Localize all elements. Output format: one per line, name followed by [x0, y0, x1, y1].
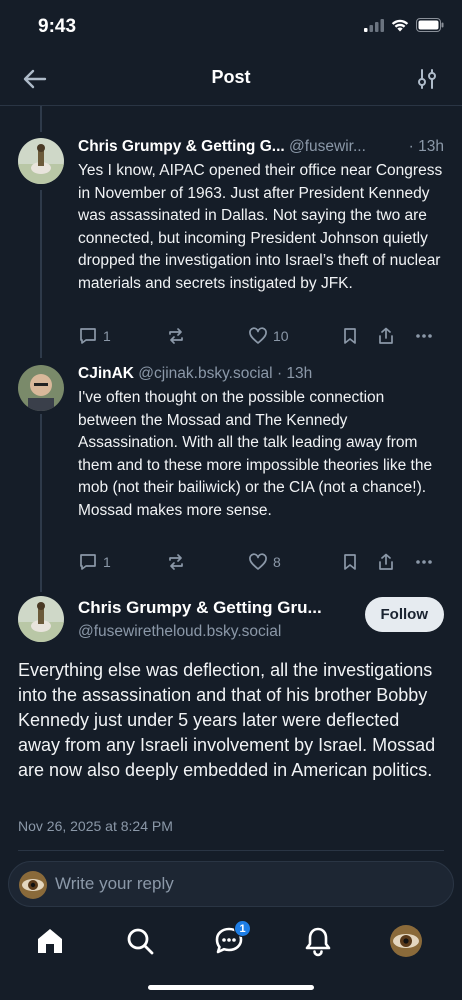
repost-button[interactable]	[166, 326, 248, 346]
reply-button[interactable]: 1	[78, 552, 166, 572]
sliders-icon[interactable]	[414, 66, 440, 92]
bottom-tab-bar: 1	[0, 915, 462, 970]
more-dots-icon	[416, 560, 432, 564]
reply-text: Yes I know, AIPAC opened their office ne…	[78, 162, 443, 292]
reply-text: I've often thought on the possible conne…	[78, 389, 433, 519]
post-text: Everything else was deflection, all the …	[18, 660, 436, 780]
chat-tab[interactable]: 1	[213, 920, 251, 957]
avatar[interactable]	[18, 138, 64, 184]
reply-meta: Chris Grumpy & Getting G... @fusewir... …	[78, 136, 444, 158]
more-options-button[interactable]	[414, 326, 434, 346]
heart-icon	[249, 327, 267, 344]
share-icon	[379, 553, 393, 570]
author-name[interactable]: CJinAK	[78, 365, 134, 382]
heart-icon	[249, 553, 267, 570]
like-count: 8	[273, 554, 281, 570]
repost-button[interactable]	[166, 552, 248, 572]
thread-line	[40, 190, 42, 358]
my-avatar	[19, 871, 47, 899]
bell-icon[interactable]	[302, 925, 334, 957]
comment-icon	[80, 328, 96, 344]
status-icons	[364, 18, 444, 32]
bookmark-button[interactable]	[340, 326, 376, 346]
author-handle[interactable]: @fusewiretheloud.bsky.social	[78, 623, 281, 641]
home-icon[interactable]	[34, 925, 66, 957]
home-indicator	[148, 985, 314, 990]
author-handle[interactable]: @fusewir...	[289, 138, 366, 155]
avatar[interactable]	[18, 596, 64, 642]
thread-line	[40, 414, 42, 592]
share-button[interactable]	[376, 326, 414, 346]
search-icon[interactable]	[124, 925, 156, 957]
chat-badge: 1	[234, 920, 251, 937]
share-icon	[379, 327, 393, 344]
profile-avatar[interactable]	[390, 925, 422, 957]
post-time: · 13h	[276, 365, 313, 382]
reply-meta: CJinAK @cjinak.bsky.social · 13h	[78, 363, 444, 385]
repost-icon	[169, 554, 183, 570]
share-button[interactable]	[376, 552, 414, 572]
status-bar: 9:43	[0, 0, 462, 54]
more-dots-icon	[416, 334, 432, 338]
reply-input[interactable]: Write your reply	[8, 861, 454, 907]
bookmark-icon	[344, 328, 356, 344]
cellular-signal-icon	[364, 18, 384, 32]
status-time: 9:43	[38, 16, 77, 37]
reply-count: 1	[103, 328, 111, 344]
like-count: 10	[273, 328, 289, 344]
author-name[interactable]: Chris Grumpy & Getting G...	[78, 138, 285, 155]
wifi-icon	[391, 19, 409, 31]
bookmark-icon	[344, 554, 356, 570]
more-options-button[interactable]	[414, 552, 434, 572]
like-button[interactable]: 8	[248, 552, 340, 572]
avatar[interactable]	[18, 365, 64, 411]
author-handle[interactable]: @cjinak.bsky.social	[138, 365, 272, 382]
reply-placeholder: Write your reply	[55, 874, 174, 893]
reply-count: 1	[103, 554, 111, 570]
battery-icon	[416, 18, 444, 32]
comment-icon	[80, 554, 96, 570]
divider	[18, 850, 444, 851]
page-title: Post	[211, 67, 251, 87]
post-date: Nov 26, 2025 at 8:24 PM	[18, 818, 173, 834]
post-header: Post	[0, 54, 462, 106]
reply-button[interactable]: 1	[78, 326, 166, 346]
bookmark-button[interactable]	[340, 552, 376, 572]
thread-line	[40, 106, 42, 132]
repost-icon	[169, 328, 183, 344]
post-time: · 13h	[408, 138, 444, 155]
like-button[interactable]: 10	[248, 326, 340, 346]
author-name[interactable]: Chris Grumpy & Getting Gru...	[78, 598, 358, 618]
follow-button[interactable]: Follow	[364, 597, 444, 632]
